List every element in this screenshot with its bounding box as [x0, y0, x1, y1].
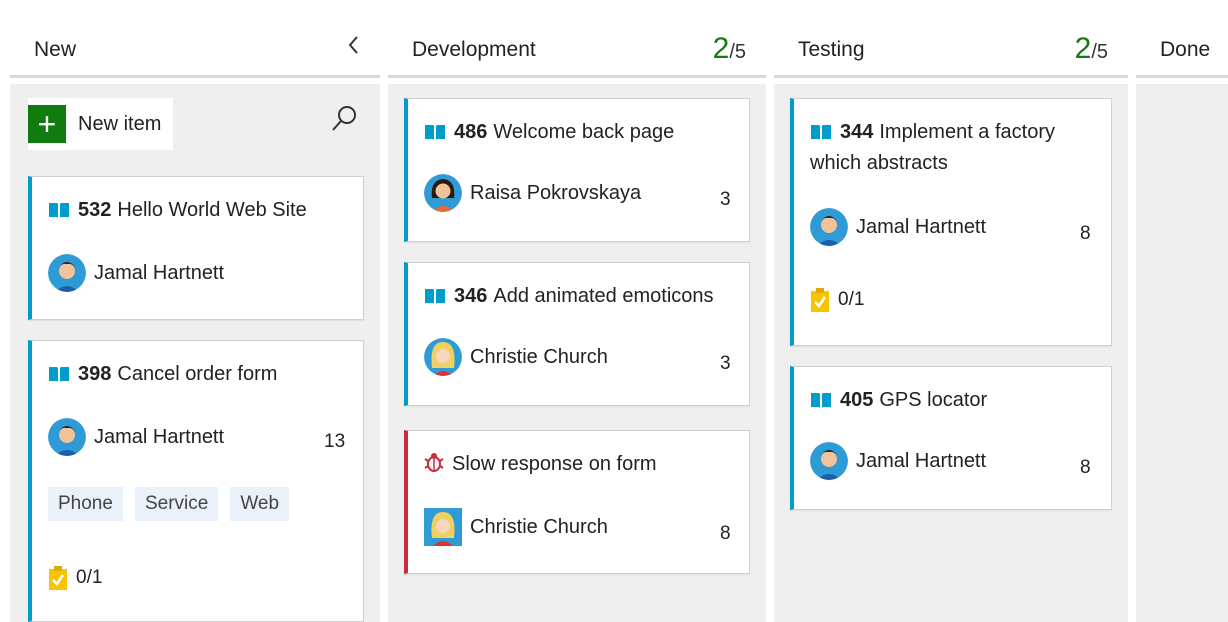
assignee[interactable]: Jamal Hartnett	[810, 441, 986, 481]
user-story-icon	[425, 289, 445, 304]
avatar	[424, 338, 462, 376]
card-title[interactable]: 486 Welcome back page	[424, 117, 735, 148]
new-item-label: New item	[78, 112, 162, 135]
chevron-left-icon[interactable]	[346, 34, 360, 63]
wip-current: 2	[712, 32, 730, 65]
assignee-name: Christie Church	[470, 345, 608, 368]
avatar	[48, 254, 86, 292]
avatar	[48, 418, 86, 456]
column-body-done	[1136, 84, 1228, 622]
work-item-card[interactable]: 405 GPS locator Jamal Hartnett 8	[790, 366, 1112, 510]
user-story-icon	[811, 393, 831, 408]
work-item-card[interactable]: 486 Welcome back page Raisa Pokrovskaya 3	[404, 98, 750, 242]
column-title: Done	[1160, 38, 1211, 61]
avatar	[810, 442, 848, 480]
user-story-icon	[425, 125, 445, 140]
assignee[interactable]: Jamal Hartnett	[48, 417, 224, 457]
avatar	[810, 208, 848, 246]
work-item-id: 405	[840, 389, 874, 411]
assignee[interactable]: Raisa Pokrovskaya	[424, 173, 641, 213]
work-item-title: Cancel order form	[117, 363, 278, 385]
task-count: 0/1	[838, 289, 865, 310]
search-icon[interactable]	[330, 104, 358, 139]
bug-icon	[424, 453, 444, 472]
effort: 8	[1080, 223, 1091, 244]
work-item-title: GPS locator	[879, 389, 988, 411]
work-item-title: Welcome back page	[493, 121, 675, 143]
card-title[interactable]: 532 Hello World Web Site	[48, 195, 349, 226]
card-title[interactable]: 344 Implement a factory which abstracts	[810, 117, 1097, 179]
wip-limit: /5	[1091, 41, 1108, 63]
assignee[interactable]: Jamal Hartnett	[810, 207, 986, 247]
new-item-button[interactable]: + New item	[28, 98, 174, 150]
user-story-icon	[811, 125, 831, 140]
effort: 13	[324, 431, 346, 452]
avatar	[424, 174, 462, 212]
card-title[interactable]: 346 Add animated emoticons	[424, 281, 735, 312]
tag[interactable]: Web	[230, 487, 290, 521]
bug-card[interactable]: Slow response on form Christie Church 8	[404, 430, 750, 574]
effort: 3	[720, 189, 731, 210]
assignee[interactable]: Jamal Hartnett	[48, 253, 224, 293]
task-clipboard-icon	[49, 566, 67, 590]
wip-limit: /5	[729, 41, 746, 63]
column-title: Testing	[798, 38, 865, 61]
work-item-card[interactable]: 532 Hello World Web Site Jamal Hartnett	[28, 176, 364, 320]
assignee-name: Jamal Hartnett	[94, 425, 225, 448]
column-title: Development	[412, 38, 536, 61]
card-title[interactable]: Slow response on form	[424, 449, 735, 480]
wip-current: 2	[1074, 32, 1092, 65]
work-item-title: Slow response on form	[452, 453, 657, 475]
effort: 3	[720, 353, 731, 374]
assignee-name: Raisa Pokrovskaya	[470, 181, 642, 204]
work-item-title-line: 344 Implement a factory	[810, 117, 1097, 148]
work-item-title: Hello World Web Site	[117, 199, 307, 221]
task-count: 0/1	[76, 567, 103, 588]
task-progress[interactable]: 0/1	[48, 565, 102, 591]
kanban-board: New Development 2/5 Testing 2/5 Done + N…	[0, 0, 1228, 622]
work-item-card[interactable]: 398 Cancel order form Jamal Hartnett 13 P…	[28, 340, 364, 622]
task-progress[interactable]: 0/1	[810, 287, 864, 313]
assignee-name: Jamal Hartnett	[856, 449, 987, 472]
wip-count: 2/5	[713, 32, 746, 66]
assignee[interactable]: Christie Church	[424, 337, 608, 377]
task-clipboard-icon	[811, 288, 829, 312]
assignee-name: Christie Church	[470, 515, 608, 538]
effort: 8	[1080, 457, 1091, 478]
user-story-icon	[49, 203, 69, 218]
card-title[interactable]: 398 Cancel order form	[48, 359, 349, 390]
work-item-title-line2: which abstracts	[810, 152, 948, 174]
tag-list: Phone Service Web	[48, 487, 290, 521]
tag[interactable]: Phone	[48, 487, 123, 521]
wip-count: 2/5	[1075, 32, 1108, 66]
user-story-icon	[49, 367, 69, 382]
work-item-id: 532	[78, 199, 112, 221]
work-item-id: 346	[454, 285, 488, 307]
work-item-id: 344	[840, 121, 874, 143]
assignee[interactable]: Christie Church	[424, 507, 608, 547]
plus-icon: +	[28, 105, 66, 143]
column-header-new: New	[10, 10, 380, 78]
column-header-development: Development 2/5	[388, 10, 766, 78]
card-title[interactable]: 405 GPS locator	[810, 385, 1097, 416]
work-item-id: 486	[454, 121, 488, 143]
work-item-id: 398	[78, 363, 112, 385]
column-header-done: Done	[1136, 10, 1228, 78]
work-item-title: Implement a factory	[879, 121, 1055, 143]
work-item-card[interactable]: 346 Add animated emoticons Christie Churc…	[404, 262, 750, 406]
assignee-name: Jamal Hartnett	[94, 261, 225, 284]
column-title: New	[34, 38, 77, 61]
work-item-card[interactable]: 344 Implement a factory which abstracts J…	[790, 98, 1112, 346]
assignee-name: Jamal Hartnett	[856, 215, 987, 238]
effort: 8	[720, 523, 731, 544]
work-item-title: Add animated emoticons	[493, 285, 714, 307]
column-header-testing: Testing 2/5	[774, 10, 1128, 78]
tag[interactable]: Service	[134, 487, 219, 521]
avatar	[424, 508, 462, 546]
